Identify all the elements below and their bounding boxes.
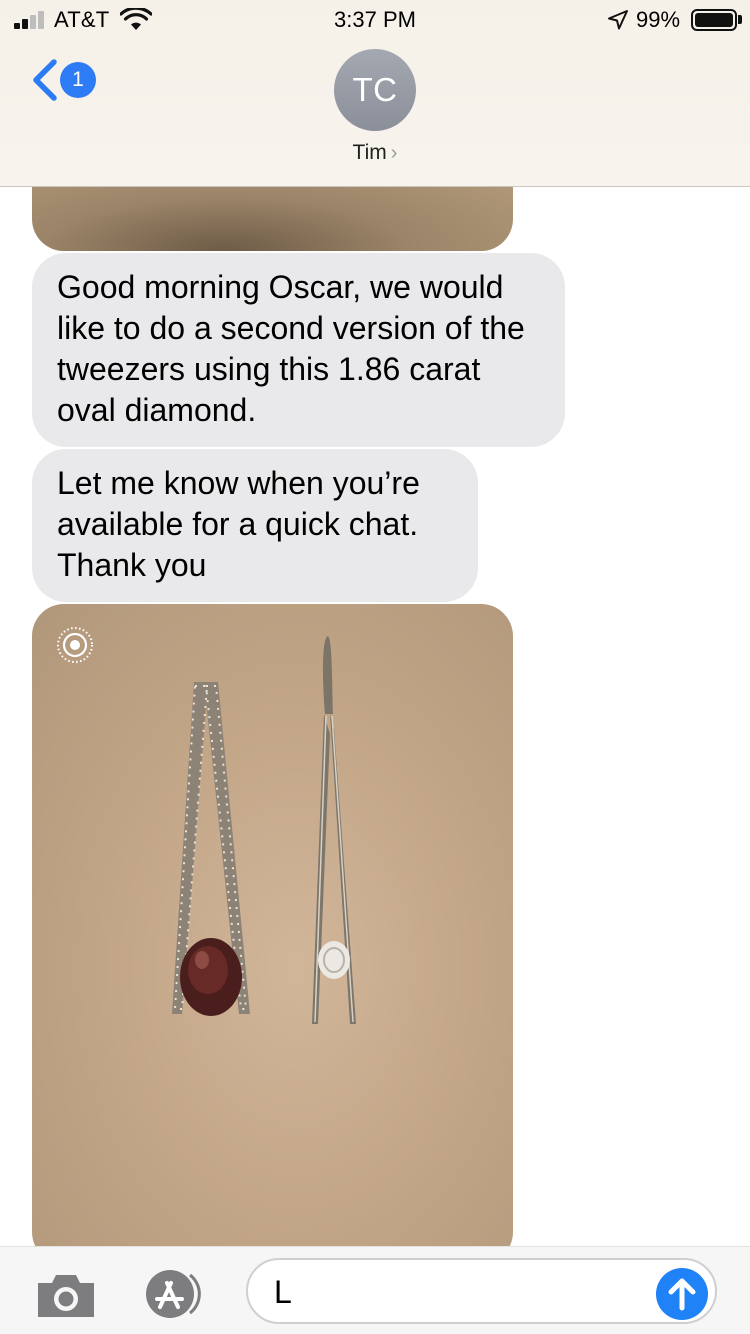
plain-tweezers bbox=[312, 636, 356, 1024]
contact-name-button[interactable]: Tim › bbox=[0, 141, 750, 165]
diamond-tweezers bbox=[172, 682, 250, 1016]
chevron-right-icon: › bbox=[390, 142, 398, 164]
battery-icon bbox=[691, 9, 737, 31]
image-message-partial[interactable] bbox=[32, 187, 513, 251]
live-photo-icon[interactable] bbox=[56, 626, 94, 664]
send-arrow-icon bbox=[668, 1278, 696, 1311]
incoming-message-bubble[interactable]: Let me know when you’re available for a … bbox=[32, 449, 478, 602]
incoming-message-bubble[interactable]: Good morning Oscar, we would like to do … bbox=[32, 253, 565, 447]
send-button[interactable] bbox=[656, 1268, 708, 1320]
contact-avatar[interactable]: TC bbox=[334, 49, 416, 131]
message-input-value: L bbox=[274, 1274, 292, 1310]
contact-name-label: Tim bbox=[352, 141, 387, 164]
image-message[interactable] bbox=[32, 604, 513, 1246]
message-text: Let me know when you’re available for a … bbox=[57, 465, 420, 583]
tweezers-photo bbox=[172, 636, 356, 1024]
app-store-icon[interactable] bbox=[140, 1269, 212, 1319]
battery-percentage: 99% bbox=[636, 7, 681, 32]
conversation-header: AT&T 3:37 PM 99% 1 TC Tim › bbox=[0, 0, 750, 187]
battery-level-fill bbox=[695, 13, 733, 27]
unread-count-badge: 1 bbox=[60, 62, 96, 98]
back-button[interactable]: 1 bbox=[30, 58, 100, 102]
status-bar: AT&T 3:37 PM 99% bbox=[0, 0, 750, 40]
location-arrow-icon bbox=[608, 10, 628, 30]
battery-cap bbox=[738, 15, 742, 24]
message-thread[interactable]: Good morning Oscar, we would like to do … bbox=[0, 187, 750, 1246]
message-text: Good morning Oscar, we would like to do … bbox=[57, 269, 525, 428]
camera-icon[interactable] bbox=[34, 1271, 98, 1319]
chevron-left-icon bbox=[33, 59, 57, 101]
compose-bar: L bbox=[0, 1246, 750, 1334]
message-input[interactable]: L bbox=[246, 1258, 717, 1324]
